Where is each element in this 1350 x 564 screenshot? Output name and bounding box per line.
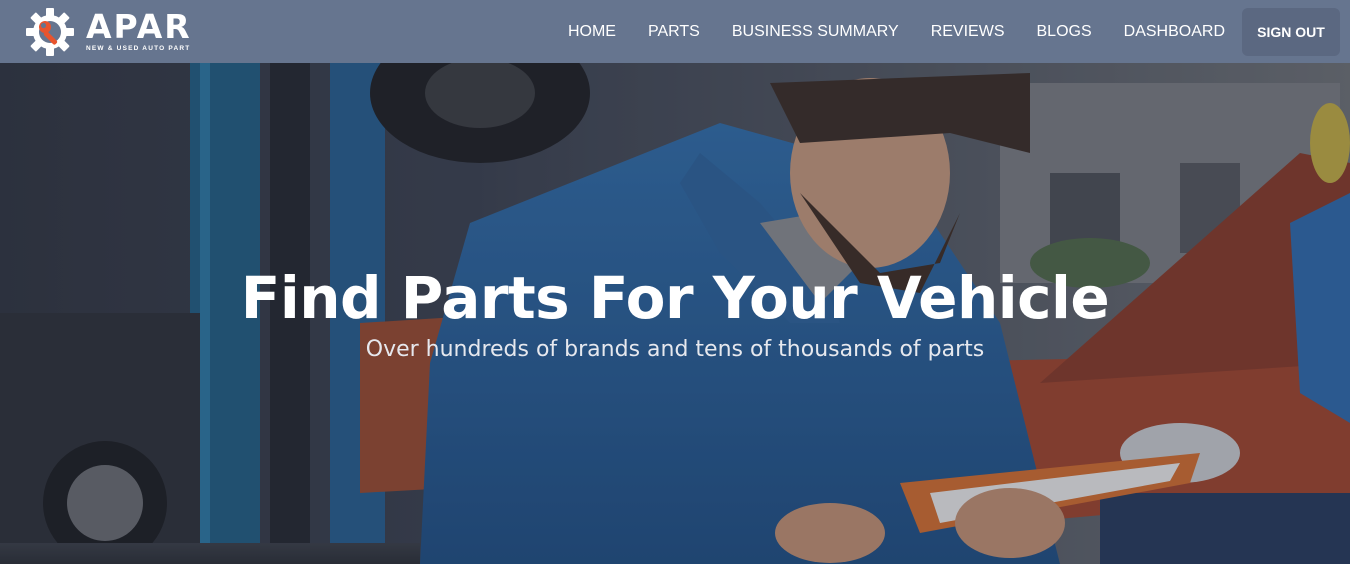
nav-link-blogs[interactable]: BLOGS xyxy=(1021,0,1108,63)
brand-logo-link[interactable]: APAR New & Used Auto Part xyxy=(24,6,192,58)
main-nav: HOME PARTS BUSINESS SUMMARY REVIEWS BLOG… xyxy=(552,0,1340,63)
nav-link-dashboard[interactable]: DASHBOARD xyxy=(1108,0,1241,63)
brand-text: APAR New & Used Auto Part xyxy=(86,6,192,52)
hero-content: Find Parts For Your Vehicle Over hundred… xyxy=(0,261,1350,364)
gear-wrench-icon xyxy=(26,7,74,56)
hero-subtitle: Over hundreds of brands and tens of thou… xyxy=(365,337,985,362)
nav-link-business-summary[interactable]: BUSINESS SUMMARY xyxy=(716,0,915,63)
nav-link-parts[interactable]: PARTS xyxy=(632,0,716,63)
top-navbar: APAR New & Used Auto Part HOME PARTS BUS… xyxy=(0,0,1350,63)
brand-tagline: New & Used Auto Part xyxy=(86,44,191,52)
hero-title: Find Parts For Your Vehicle xyxy=(240,264,1110,332)
brand-name: APAR xyxy=(86,6,192,46)
sign-out-button[interactable]: SIGN OUT xyxy=(1242,7,1340,56)
hero-banner: Find Parts For Your Vehicle Over hundred… xyxy=(0,63,1350,564)
nav-link-reviews[interactable]: REVIEWS xyxy=(915,0,1021,63)
nav-link-home[interactable]: HOME xyxy=(552,0,632,63)
